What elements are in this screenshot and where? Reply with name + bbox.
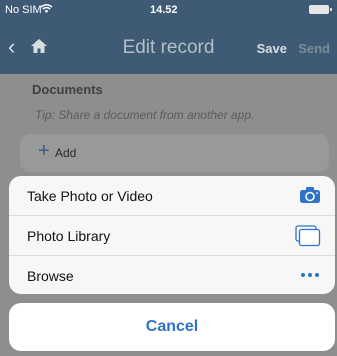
camera-icon [299,185,321,208]
add-document-button[interactable]: + Add [20,134,329,172]
save-button[interactable]: Save [257,41,287,56]
documents-header: Documents [32,82,103,97]
carrier-text: No SIM [5,4,42,16]
action-sheet: Take Photo or Video Photo Library Browse [9,176,335,294]
browse-label: Browse [27,268,74,284]
status-bar: No SIM 14.52 [0,0,337,20]
photo-library-icon [295,225,321,250]
browse-option[interactable]: Browse [9,256,335,294]
status-time: 14.52 [150,4,178,16]
more-dots-icon [299,265,321,288]
add-label: Add [55,146,77,160]
photo-library-label: Photo Library [27,228,111,244]
take-photo-option[interactable]: Take Photo or Video [9,176,335,216]
navigation-bar: ‹ Edit record Save Send [0,20,337,74]
send-button[interactable]: Send [298,41,330,56]
take-photo-label: Take Photo or Video [27,188,153,204]
wifi-icon [40,3,53,17]
cancel-button[interactable]: Cancel [9,303,335,351]
battery-icon [309,5,332,14]
documents-tip: Tip: Share a document from another app. [35,108,255,122]
photo-library-option[interactable]: Photo Library [9,216,335,256]
plus-icon: + [38,140,50,162]
